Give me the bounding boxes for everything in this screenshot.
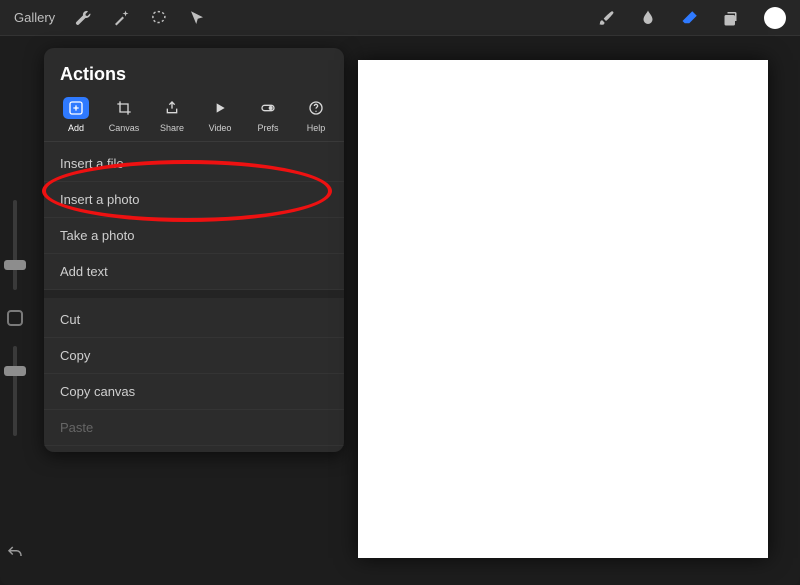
- play-icon: [207, 97, 233, 119]
- brush-icon[interactable]: [596, 8, 616, 28]
- crop-icon: [111, 97, 137, 119]
- tab-label: Share: [160, 123, 184, 133]
- tab-canvas[interactable]: Canvas: [100, 97, 148, 133]
- toolbar-right-group: [596, 7, 786, 29]
- gallery-link[interactable]: Gallery: [14, 10, 55, 25]
- menu-copy-canvas[interactable]: Copy canvas: [44, 374, 344, 410]
- eraser-icon[interactable]: [680, 8, 700, 28]
- tab-label: Prefs: [257, 123, 278, 133]
- menu-insert-photo[interactable]: Insert a photo: [44, 182, 344, 218]
- help-icon: [303, 97, 329, 119]
- actions-panel: Actions Add Canvas Share: [44, 48, 344, 452]
- smudge-icon[interactable]: [638, 8, 658, 28]
- wrench-icon[interactable]: [73, 8, 93, 28]
- slider-thumb[interactable]: [4, 366, 26, 376]
- menu-group-insert: Insert a file Insert a photo Take a phot…: [44, 142, 344, 290]
- tab-share[interactable]: Share: [148, 97, 196, 133]
- selection-icon[interactable]: [149, 8, 169, 28]
- tab-label: Help: [307, 123, 326, 133]
- opacity-slider[interactable]: [13, 346, 17, 436]
- tab-label: Canvas: [109, 123, 140, 133]
- brush-size-slider[interactable]: [13, 200, 17, 290]
- actions-title: Actions: [44, 60, 344, 97]
- menu-take-photo[interactable]: Take a photo: [44, 218, 344, 254]
- tab-label: Add: [68, 123, 84, 133]
- modifier-button[interactable]: [7, 310, 23, 326]
- color-swatch[interactable]: [764, 7, 786, 29]
- undo-button[interactable]: [6, 544, 24, 567]
- menu-cut[interactable]: Cut: [44, 302, 344, 338]
- canvas[interactable]: [358, 60, 768, 558]
- plus-icon: [63, 97, 89, 119]
- wand-icon[interactable]: [111, 8, 131, 28]
- app-window: Gallery: [0, 0, 800, 585]
- menu-paste: Paste: [44, 410, 344, 446]
- actions-tabs: Add Canvas Share Video: [44, 97, 344, 142]
- menu-group-clipboard: Cut Copy Copy canvas Paste: [44, 298, 344, 446]
- menu-add-text[interactable]: Add text: [44, 254, 344, 290]
- slider-thumb[interactable]: [4, 260, 26, 270]
- top-toolbar: Gallery: [0, 0, 800, 36]
- cursor-icon[interactable]: [187, 8, 207, 28]
- menu-separator: [44, 290, 344, 298]
- share-icon: [159, 97, 185, 119]
- side-rail: [0, 200, 30, 500]
- tab-label: Video: [209, 123, 232, 133]
- layers-icon[interactable]: [722, 8, 742, 28]
- tab-video[interactable]: Video: [196, 97, 244, 133]
- menu-copy[interactable]: Copy: [44, 338, 344, 374]
- toolbar-left-group: Gallery: [14, 8, 207, 28]
- tab-prefs[interactable]: Prefs: [244, 97, 292, 133]
- toggle-icon: [255, 97, 281, 119]
- tab-help[interactable]: Help: [292, 97, 340, 133]
- menu-insert-file[interactable]: Insert a file: [44, 146, 344, 182]
- tab-add[interactable]: Add: [52, 97, 100, 133]
